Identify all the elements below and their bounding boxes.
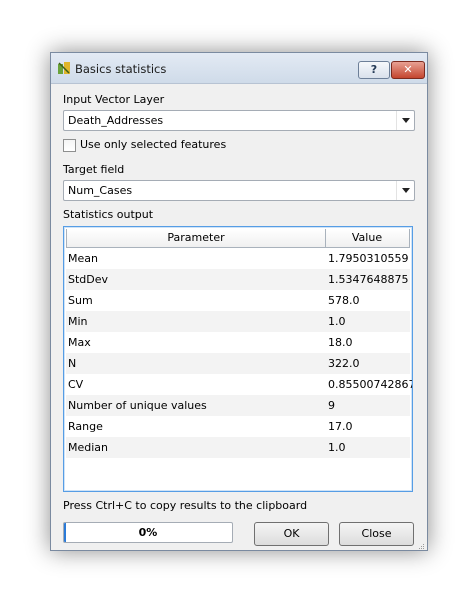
table-header: Parameter Value — [66, 229, 410, 248]
statistics-table[interactable]: Parameter Value Mean 1.7950310559 StdDev 1… — [63, 226, 413, 492]
table-row[interactable]: Number of unique values 9 — [66, 395, 410, 416]
column-header-value[interactable]: Value — [325, 229, 410, 247]
target-field-select[interactable]: Num_Cases — [63, 180, 415, 201]
value-cell: 0.855007428677 — [328, 378, 412, 391]
value-cell: 17.0 — [328, 420, 353, 433]
target-field-label: Target field — [63, 163, 125, 176]
parameter-cell: Number of unique values — [68, 399, 207, 412]
value-cell: 1.0 — [328, 441, 346, 454]
table-body: Mean 1.7950310559 StdDev 1.5347648875 Sum 5… — [66, 248, 412, 458]
parameter-cell: CV — [68, 378, 84, 391]
table-row[interactable]: Min 1.0 — [66, 311, 410, 332]
table-row[interactable]: Max 18.0 — [66, 332, 410, 353]
progress-text: 0% — [138, 526, 158, 539]
column-header-parameter[interactable]: Parameter — [66, 229, 326, 247]
table-row[interactable]: N 322.0 — [66, 353, 410, 374]
target-field-value: Num_Cases — [68, 184, 133, 197]
clipboard-hint: Press Ctrl+C to copy results to the clip… — [63, 499, 308, 512]
table-row[interactable]: StdDev 1.5347648875 — [66, 269, 410, 290]
value-cell: 9 — [328, 399, 335, 412]
input-layer-value: Death_Addresses — [68, 114, 164, 127]
progress-bar: 0% — [63, 522, 233, 543]
value-cell: 578.0 — [328, 294, 360, 307]
table-row[interactable]: Sum 578.0 — [66, 290, 410, 311]
value-cell: 322.0 — [328, 357, 360, 370]
value-cell: 1.0 — [328, 315, 346, 328]
table-row[interactable]: CV 0.855007428677 — [66, 374, 412, 395]
close-icon: ✕ — [403, 63, 413, 76]
title-bar[interactable]: Basics statistics ? ✕ — [51, 53, 427, 84]
input-layer-label: Input Vector Layer — [63, 93, 165, 106]
parameter-cell: Range — [68, 420, 103, 433]
parameter-cell: Sum — [68, 294, 93, 307]
window-close-button[interactable]: ✕ — [391, 61, 425, 79]
help-button[interactable]: ? — [358, 61, 390, 79]
table-row[interactable]: Median 1.0 — [66, 437, 410, 458]
resize-grip-icon[interactable] — [417, 540, 425, 549]
value-cell: 18.0 — [328, 336, 353, 349]
table-row[interactable]: Range 17.0 — [66, 416, 410, 437]
basic-statistics-dialog: Basics statistics ? ✕ Input Vector Layer… — [50, 52, 428, 551]
parameter-cell: StdDev — [68, 273, 109, 286]
table-row[interactable]: Mean 1.7950310559 — [66, 248, 410, 269]
parameter-cell: N — [68, 357, 77, 370]
parameter-cell: Median — [68, 441, 109, 454]
parameter-cell: Mean — [68, 252, 98, 265]
parameter-cell: Min — [68, 315, 88, 328]
selected-only-label[interactable]: Use only selected features — [80, 138, 226, 151]
value-cell: 1.5347648875 — [328, 273, 409, 286]
chevron-down-icon — [396, 111, 414, 130]
ok-button[interactable]: OK — [254, 522, 329, 546]
chevron-down-icon — [396, 181, 414, 200]
value-cell: 1.7950310559 — [328, 252, 409, 265]
qgis-tool-icon — [57, 61, 71, 75]
input-layer-select[interactable]: Death_Addresses — [63, 110, 415, 131]
statistics-output-label: Statistics output — [63, 208, 154, 221]
parameter-cell: Max — [68, 336, 91, 349]
window-title: Basics statistics — [75, 62, 167, 76]
selected-only-checkbox[interactable] — [63, 139, 76, 152]
close-button[interactable]: Close — [339, 522, 414, 546]
